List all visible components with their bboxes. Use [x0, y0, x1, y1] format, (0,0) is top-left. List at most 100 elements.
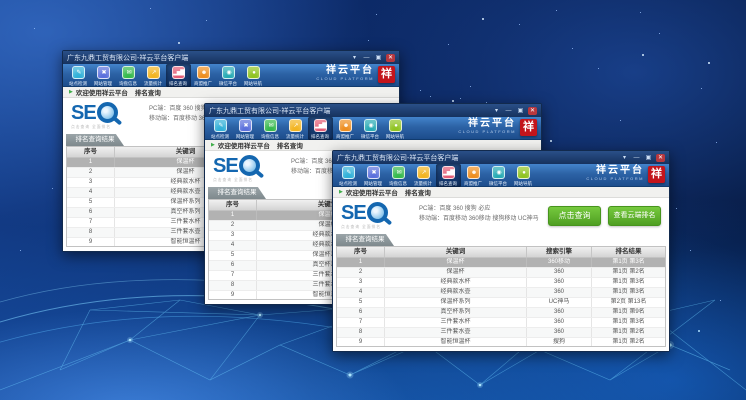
- table-row[interactable]: 2保温杯360第1页 第2名: [337, 268, 665, 278]
- table-cell: 第2页 第13名: [592, 298, 665, 307]
- table-cell: 8: [337, 328, 385, 337]
- table-cell: 1: [67, 158, 115, 167]
- toolbar-item-traffic-stats[interactable]: ↗流量统计: [283, 117, 308, 140]
- breadcrumb: ▶ 欢迎使用祥云平台 排名查询: [63, 87, 399, 98]
- toolbar-item-site-manage[interactable]: ✖网站管理: [361, 164, 386, 187]
- table-cell: 360: [527, 278, 592, 287]
- cloud-rank-button[interactable]: 查看云端排名: [608, 206, 661, 226]
- close-icon[interactable]: ✕: [656, 154, 665, 162]
- brand-badge: 祥: [520, 119, 537, 136]
- toolbar-item-site-manage[interactable]: ✖网站管理: [91, 64, 116, 87]
- toolbar-item-label: 商盟推广: [336, 133, 354, 139]
- toolbar-item-union-promote[interactable]: ☻商盟推广: [191, 64, 216, 87]
- window-title: 广东九鼎工贸有限公司-祥云平台客户端: [337, 153, 620, 163]
- toolbar-item-rank-query[interactable]: ▂▅▇排名查询: [308, 117, 333, 140]
- table-row[interactable]: 9智能恒温杯搜狗第1页 第2名: [337, 338, 665, 347]
- column-header: 序号: [67, 147, 115, 157]
- table-cell: 2: [337, 268, 385, 277]
- skin-icon[interactable]: ▾: [620, 154, 629, 162]
- brand-name: 祥云平台: [586, 166, 644, 176]
- skin-icon[interactable]: ▾: [350, 54, 359, 62]
- engine-list: PC端：百度 360 搜狗 必应 移动端：百度移动 360移动 搜狗移动 UC神…: [419, 204, 539, 224]
- table-cell: 8: [67, 228, 115, 237]
- breadcrumb-section: 排名查询: [135, 87, 161, 97]
- toolbar-item-site-manage[interactable]: ✖网站管理: [233, 117, 258, 140]
- table-cell: 2: [67, 168, 115, 177]
- inquiry-info-icon: ✉: [392, 166, 405, 179]
- app-window-3: 广东九鼎工贸有限公司-祥云平台客户端 ▾ — ▣ ✕ ✎站点检测✖网站管理✉询盘…: [332, 150, 670, 352]
- toolbar-item-label: 排名查询: [311, 133, 329, 139]
- tab-rank-results[interactable]: 排名查询结果: [208, 187, 266, 199]
- toolbar-item-traffic-stats[interactable]: ↗流量统计: [141, 64, 166, 87]
- toolbar-item-label: 流量统计: [414, 180, 432, 186]
- toolbar-item-rank-query[interactable]: ▂▅▇排名查询: [166, 64, 191, 87]
- table-cell: 4: [67, 188, 115, 197]
- column-header: 序号: [337, 247, 385, 257]
- union-promote-icon: ☻: [467, 166, 480, 179]
- table-row[interactable]: 7三件套水杯360第1页 第3名: [337, 318, 665, 328]
- site-check-icon: ✎: [342, 166, 355, 179]
- table-cell: 三件套水壶: [385, 328, 527, 337]
- column-header: 序号: [209, 200, 257, 210]
- table-row[interactable]: 6真空杯系列360第1页 第9名: [337, 308, 665, 318]
- tab-rank-results[interactable]: 排名查询结果: [336, 234, 394, 246]
- toolbar-item-site-check[interactable]: ✎站点检测: [66, 64, 91, 87]
- minimize-icon[interactable]: —: [504, 107, 513, 115]
- brand-logo: 祥云平台 CLOUD PLATFORM: [316, 66, 374, 81]
- column-header: 排名结果: [592, 247, 665, 257]
- magnifier-icon: [239, 155, 260, 176]
- breadcrumb-section: 排名查询: [405, 187, 431, 197]
- maximize-icon[interactable]: ▣: [374, 54, 383, 62]
- toolbar-item-label: 网站导航: [386, 133, 404, 139]
- close-icon[interactable]: ✕: [386, 54, 395, 62]
- skin-icon[interactable]: ▾: [492, 107, 501, 115]
- toolbar-item-rank-query[interactable]: ▂▅▇排名查询: [436, 164, 461, 187]
- query-button[interactable]: 点击查询: [548, 206, 601, 226]
- table-row[interactable]: 8三件套水壶360第1页 第2名: [337, 328, 665, 338]
- star-field-bright: [0, 0, 2, 2]
- toolbar-items: ✎站点检测✖网站管理✉询盘信息↗流量统计▂▅▇排名查询☻商盟推广◉微信平台●网站…: [66, 64, 266, 87]
- toolbar-item-site-check[interactable]: ✎站点检测: [336, 164, 361, 187]
- close-icon[interactable]: ✕: [528, 107, 537, 115]
- table-cell: UC神马: [527, 298, 592, 307]
- toolbar-items: ✎站点检测✖网站管理✉询盘信息↗流量统计▂▅▇排名查询☻商盟推广◉微信平台●网站…: [336, 164, 536, 187]
- toolbar-item-site-nav[interactable]: ●网站导航: [241, 64, 266, 87]
- table-row[interactable]: 3经典款水杯360第1页 第3名: [337, 278, 665, 288]
- toolbar-item-site-check[interactable]: ✎站点检测: [208, 117, 233, 140]
- title-bar[interactable]: 广东九鼎工贸有限公司-祥云平台客户端 ▾ — ▣ ✕: [205, 104, 541, 117]
- maximize-icon[interactable]: ▣: [644, 154, 653, 162]
- toolbar-item-union-promote[interactable]: ☻商盟推广: [333, 117, 358, 140]
- table-row[interactable]: 1保温杯360移动第1页 第3名: [337, 258, 665, 268]
- table-cell: 6: [67, 208, 115, 217]
- toolbar-item-union-promote[interactable]: ☻商盟推广: [461, 164, 486, 187]
- table-cell: 保温杯系列: [385, 298, 527, 307]
- title-bar[interactable]: 广东九鼎工贸有限公司-祥云平台客户端 ▾ — ▣ ✕: [63, 51, 399, 64]
- toolbar-item-site-nav[interactable]: ●网站导航: [511, 164, 536, 187]
- toolbar-item-inquiry-info[interactable]: ✉询盘信息: [258, 117, 283, 140]
- table-cell: 360: [527, 288, 592, 297]
- title-bar[interactable]: 广东九鼎工贸有限公司-祥云平台客户端 ▾ — ▣ ✕: [333, 151, 669, 164]
- toolbar-item-label: 站点检测: [339, 180, 357, 186]
- table-row[interactable]: 5保温杯系列UC神马第2页 第13名: [337, 298, 665, 308]
- toolbar-item-site-nav[interactable]: ●网站导航: [383, 117, 408, 140]
- maximize-icon[interactable]: ▣: [516, 107, 525, 115]
- toolbar-item-wechat-platform[interactable]: ◉微信平台: [358, 117, 383, 140]
- toolbar-item-label: 流量统计: [144, 80, 162, 86]
- table-row[interactable]: 4经典款水壶360第1页 第3名: [337, 288, 665, 298]
- minimize-icon[interactable]: —: [362, 54, 371, 62]
- table-cell: 360: [527, 268, 592, 277]
- site-check-icon: ✎: [72, 66, 85, 79]
- minimize-icon[interactable]: —: [632, 154, 641, 162]
- breadcrumb-icon: ▶: [211, 142, 215, 148]
- toolbar-item-wechat-platform[interactable]: ◉微信平台: [216, 64, 241, 87]
- toolbar-item-inquiry-info[interactable]: ✉询盘信息: [386, 164, 411, 187]
- wechat-platform-icon: ◉: [222, 66, 235, 79]
- brand-subtitle: CLOUD PLATFORM: [316, 76, 374, 81]
- table-cell: 9: [67, 238, 115, 247]
- toolbar-item-inquiry-info[interactable]: ✉询盘信息: [116, 64, 141, 87]
- table-cell: 第1页 第3名: [592, 318, 665, 327]
- table-cell: 第1页 第3名: [592, 258, 665, 267]
- toolbar-item-traffic-stats[interactable]: ↗流量统计: [411, 164, 436, 187]
- tab-rank-results[interactable]: 排名查询结果: [66, 134, 124, 146]
- toolbar-item-wechat-platform[interactable]: ◉微信平台: [486, 164, 511, 187]
